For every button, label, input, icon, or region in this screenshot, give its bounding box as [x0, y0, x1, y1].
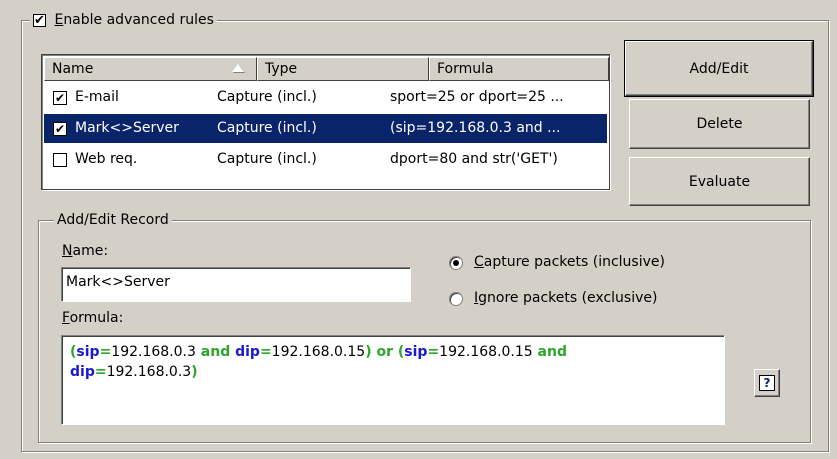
formula-token: and	[195, 344, 236, 360]
formula-label: Formula:	[62, 310, 123, 326]
formula-token: 192.168.0.3	[106, 364, 192, 380]
formula-token: or	[371, 344, 398, 360]
ignore-packets-radio[interactable]: Ignore packets (exclusive)	[449, 289, 729, 309]
row-formula: sport=25 or dport=25 ...	[390, 89, 564, 105]
add-edit-button[interactable]: Add/Edit	[624, 40, 814, 97]
column-header-formula[interactable]: Formula	[429, 57, 609, 81]
table-row[interactable]: ✔ Mark<>Server Capture (incl.) (sip=192.…	[44, 114, 607, 143]
formula-token: )	[191, 364, 198, 380]
capture-label: apture packets (inclusive)	[483, 254, 665, 270]
row-checkbox[interactable]: ✔	[53, 91, 67, 105]
capture-radio-circle[interactable]	[449, 256, 463, 270]
capture-packets-radio[interactable]: Capture packets (inclusive)	[449, 253, 729, 273]
formula-token: dip	[235, 344, 260, 360]
column-header-name-label: Name	[52, 61, 94, 77]
formula-line-1: (sip=192.168.0.3 and dip=192.168.0.15) o…	[70, 342, 716, 362]
formula-token: 192.168.0.3	[111, 344, 196, 360]
formula-token: 192.168.0.15	[439, 344, 533, 360]
row-formula: dport=80 and str('GET')	[390, 151, 558, 167]
name-label: Name:	[62, 243, 108, 259]
formula-token: dip	[70, 364, 95, 380]
formula-label-accel: F	[62, 310, 70, 326]
formula-help-button[interactable]: ?	[754, 369, 780, 397]
formula-line-2: dip=192.168.0.3)	[70, 362, 716, 382]
formula-token: =	[94, 364, 107, 380]
ignore-radio-circle[interactable]	[449, 292, 463, 306]
table-row[interactable]: ✔ E-mail Capture (incl.) sport=25 or dpo…	[44, 83, 607, 112]
row-checkbox[interactable]	[53, 153, 67, 167]
capture-accel: C	[474, 254, 484, 270]
enable-accel: E	[54, 12, 64, 28]
column-header-formula-label: Formula	[437, 61, 494, 77]
column-header-type[interactable]: Type	[257, 57, 429, 81]
row-type: Capture (incl.)	[217, 151, 317, 167]
evaluate-button[interactable]: Evaluate	[629, 157, 810, 206]
formula-token: sip	[76, 344, 100, 360]
formula-token: and	[532, 344, 567, 360]
formula-token: =	[427, 344, 440, 360]
formula-token: sip	[404, 344, 428, 360]
formula-token: 192.168.0.15	[271, 344, 366, 360]
column-header-name[interactable]: Name	[44, 57, 257, 81]
sort-ascending-icon	[232, 64, 244, 72]
name-label-accel: N	[62, 243, 73, 259]
column-header-type-label: Type	[265, 61, 298, 77]
ignore-label: gnore packets (exclusive)	[478, 290, 658, 306]
name-field[interactable]: Mark<>Server	[61, 267, 411, 302]
row-type: Capture (incl.)	[217, 89, 317, 105]
enable-advanced-rules-checkbox[interactable]: ✔ Enable advanced rules	[30, 10, 217, 30]
enable-checkbox-box[interactable]: ✔	[33, 14, 46, 27]
row-formula: (sip=192.168.0.3 and ...	[390, 120, 561, 136]
help-question-icon: ?	[759, 375, 775, 391]
formula-editor[interactable]: (sip=192.168.0.3 and dip=192.168.0.15) o…	[61, 335, 725, 425]
row-checkbox[interactable]: ✔	[53, 122, 67, 136]
delete-button[interactable]: Delete	[629, 99, 810, 149]
name-label-rest: ame:	[72, 243, 109, 259]
formula-label-rest: ormula:	[69, 310, 124, 326]
rules-list[interactable]: Name Type Formula ✔ E-mail Capture (incl…	[41, 54, 610, 190]
add-edit-record-title: Add/Edit Record	[54, 210, 172, 230]
table-row[interactable]: Web req. Capture (incl.) dport=80 and st…	[44, 145, 607, 174]
enable-label: nable advanced rules	[63, 12, 214, 28]
row-type: Capture (incl.)	[217, 120, 317, 136]
formula-token: =	[99, 344, 112, 360]
formula-token: =	[259, 344, 272, 360]
